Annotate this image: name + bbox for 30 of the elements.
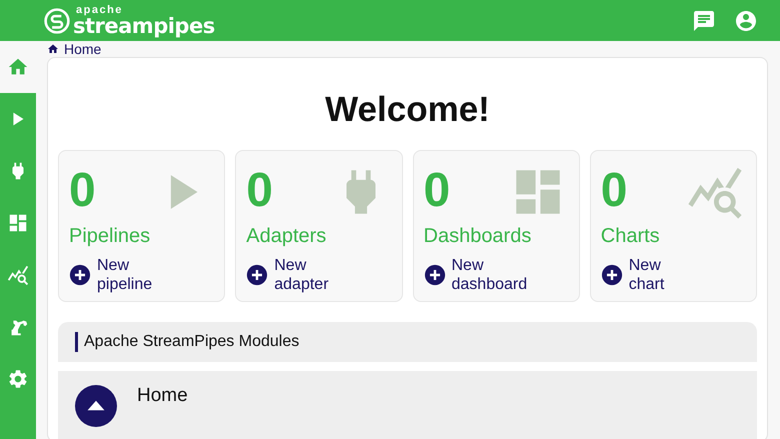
welcome-heading: Welcome! (324, 90, 491, 130)
stat-count: 0 (246, 167, 273, 215)
dashboard-icon (7, 212, 29, 234)
stat-label: Adapters (246, 225, 328, 248)
logo-icon (44, 8, 70, 34)
new-item-link[interactable]: New adapter (274, 256, 329, 294)
stat-count: 0 (69, 167, 96, 215)
stat-count: 0 (424, 167, 450, 215)
stat-label: Charts (600, 225, 661, 248)
new-item-link[interactable]: New pipeline (97, 256, 152, 294)
stat-label: Dashboards (424, 225, 532, 248)
nav-item[interactable] (0, 41, 36, 93)
logo-wordmark: streampipes (73, 16, 215, 36)
add-icon[interactable] (424, 264, 446, 286)
add-icon[interactable] (69, 264, 91, 286)
module-item[interactable]: Home (58, 362, 757, 439)
account-icon[interactable] (734, 8, 758, 32)
stat-count: 0 (600, 167, 628, 215)
add-icon[interactable] (600, 264, 623, 286)
stat-label: Pipelines (69, 225, 152, 248)
chat-icon[interactable] (692, 8, 716, 32)
module-title: Home (137, 385, 188, 407)
logo-caption: apache (76, 4, 123, 16)
breadcrumb-link[interactable]: Home (64, 41, 102, 57)
new-item-link[interactable]: New chart (628, 256, 664, 294)
add-icon[interactable] (246, 264, 268, 286)
settings-icon (7, 368, 29, 390)
new-item-link[interactable]: New dashboard (452, 256, 528, 294)
modules-heading: Apache StreamPipes Modules (75, 332, 300, 352)
chart-search-icon (7, 264, 29, 286)
